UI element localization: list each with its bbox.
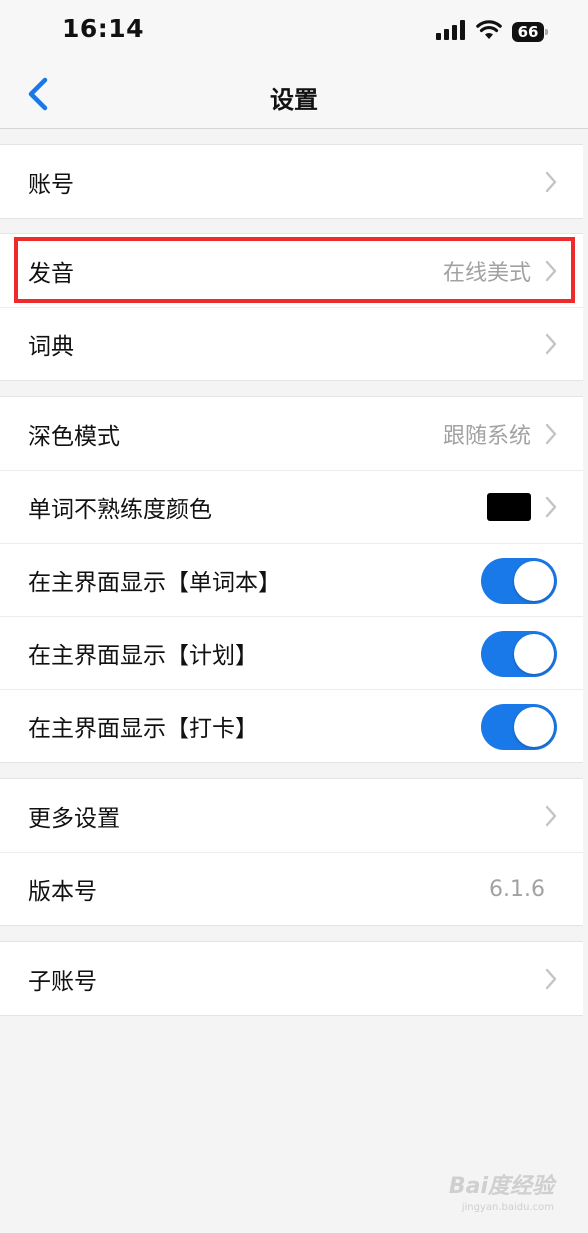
watermark-logo: Bai度经验 <box>448 1174 554 1199</box>
settings-group-subaccount: 子账号 <box>0 941 583 1016</box>
chevron-right-icon <box>545 805 557 827</box>
row-show-checkin: 在主界面显示【打卡】 <box>0 689 583 762</box>
toggle-knob <box>514 634 554 674</box>
page-title: 设置 <box>270 86 318 114</box>
cellular-signal-icon <box>436 20 466 44</box>
color-swatch <box>487 493 531 521</box>
status-icons: 66 <box>436 20 548 44</box>
row-label: 账号 <box>28 171 74 198</box>
row-sub-account[interactable]: 子账号 <box>0 942 583 1015</box>
toggle-show-wordbook[interactable] <box>481 558 557 604</box>
row-label: 版本号 <box>28 879 97 905</box>
chevron-right-icon <box>545 496 557 518</box>
battery-icon: 66 <box>512 22 548 42</box>
row-show-wordbook: 在主界面显示【单词本】 <box>0 543 583 616</box>
row-label: 在主界面显示【计划】 <box>28 643 258 669</box>
row-account[interactable]: 账号 <box>0 145 583 218</box>
chevron-right-icon <box>545 260 557 282</box>
toggle-knob <box>514 561 554 601</box>
row-word-color[interactable]: 单词不熟练度颜色 <box>0 470 583 543</box>
watermark-url: jingyan.baidu.com <box>461 1202 554 1213</box>
row-label: 单词不熟练度颜色 <box>28 497 212 523</box>
toggle-show-checkin[interactable] <box>481 704 557 750</box>
row-label: 发音 <box>28 260 74 287</box>
settings-group-account: 账号 <box>0 144 583 219</box>
battery-level: 66 <box>517 23 539 41</box>
row-version: 版本号 6.1.6 <box>0 852 583 925</box>
toggle-knob <box>514 707 554 747</box>
row-label: 在主界面显示【单词本】 <box>28 570 281 596</box>
settings-group-audio: 发音 在线美式 词典 <box>0 233 583 381</box>
row-label: 词典 <box>28 334 74 360</box>
watermark: Bai度经验 jingyan.baidu.com <box>449 1168 554 1213</box>
row-show-plan: 在主界面显示【计划】 <box>0 616 583 689</box>
settings-group-display: 深色模式 跟随系统 单词不熟练度颜色 在主界面显示【单词本】 在主界面显示【计划… <box>0 396 583 763</box>
row-label: 更多设置 <box>28 805 120 832</box>
version-value: 6.1.6 <box>489 876 545 902</box>
row-label: 子账号 <box>28 968 97 995</box>
nav-bar: 设置 <box>0 62 588 129</box>
settings-group-more: 更多设置 版本号 6.1.6 <box>0 778 583 926</box>
row-more-settings[interactable]: 更多设置 <box>0 779 583 852</box>
wifi-icon <box>476 20 502 44</box>
chevron-right-icon <box>545 423 557 445</box>
row-value: 在线美式 <box>442 260 531 286</box>
row-dictionary[interactable]: 词典 <box>0 307 583 380</box>
row-pronunciation[interactable]: 发音 在线美式 <box>0 234 583 307</box>
status-time: 16:14 <box>62 14 145 43</box>
row-label: 在主界面显示【打卡】 <box>28 716 258 742</box>
chevron-right-icon <box>545 968 557 990</box>
chevron-right-icon <box>545 333 557 355</box>
status-bar: 16:14 66 <box>0 0 588 62</box>
chevron-right-icon <box>545 171 557 193</box>
row-label: 深色模式 <box>28 423 120 450</box>
toggle-show-plan[interactable] <box>481 631 557 677</box>
row-dark-mode[interactable]: 深色模式 跟随系统 <box>0 397 583 470</box>
row-value: 跟随系统 <box>442 423 531 449</box>
